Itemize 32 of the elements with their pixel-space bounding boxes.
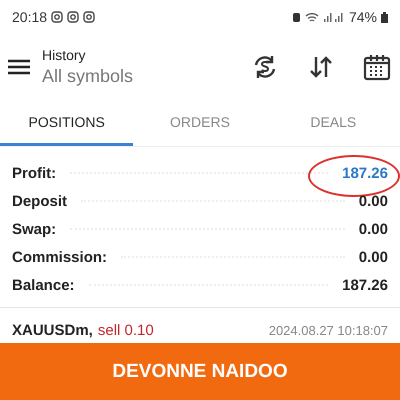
summary-value: 0.00 xyxy=(358,220,388,238)
sort-icon xyxy=(308,54,334,80)
calendar-icon xyxy=(363,53,391,81)
summary-value: 0.00 xyxy=(358,192,388,210)
currency-sync-icon xyxy=(252,54,278,80)
tab[interactable]: POSITIONS xyxy=(0,100,134,146)
summary-label: Balance: xyxy=(12,276,75,294)
summary-value: 187.26 xyxy=(342,276,388,294)
wifi-icon xyxy=(304,12,319,22)
summary-label: Swap: xyxy=(12,220,56,238)
summary-value: 187.26 xyxy=(342,164,388,182)
instagram-icon xyxy=(67,11,80,23)
menu-icon xyxy=(8,59,30,75)
calendar-button[interactable] xyxy=(362,52,392,82)
battery-level: 74% xyxy=(348,9,377,25)
tab[interactable]: DEALS xyxy=(266,100,400,146)
signal-icon xyxy=(322,12,345,22)
position-time: 2024.08.27 10:18:07 xyxy=(268,323,388,338)
battery-icon xyxy=(381,12,388,22)
screen-title: History xyxy=(42,47,87,63)
symbol-filter[interactable]: All symbols xyxy=(42,66,224,87)
clock: 20:18 xyxy=(12,9,48,25)
summary-label: Commission: xyxy=(12,248,108,266)
tab[interactable]: ORDERS xyxy=(133,100,267,146)
position-side: sell 0.10 xyxy=(98,322,154,339)
position-symbol: XAUUSDm, xyxy=(12,322,93,339)
banner-text: DEVONNE NAIDOO xyxy=(112,360,288,382)
summary-value: 0.00 xyxy=(358,248,388,266)
summary-label: Profit: xyxy=(12,164,56,182)
summary-label: Deposit xyxy=(12,192,68,210)
instagram-icon xyxy=(83,11,96,23)
instagram-icon xyxy=(51,11,64,23)
